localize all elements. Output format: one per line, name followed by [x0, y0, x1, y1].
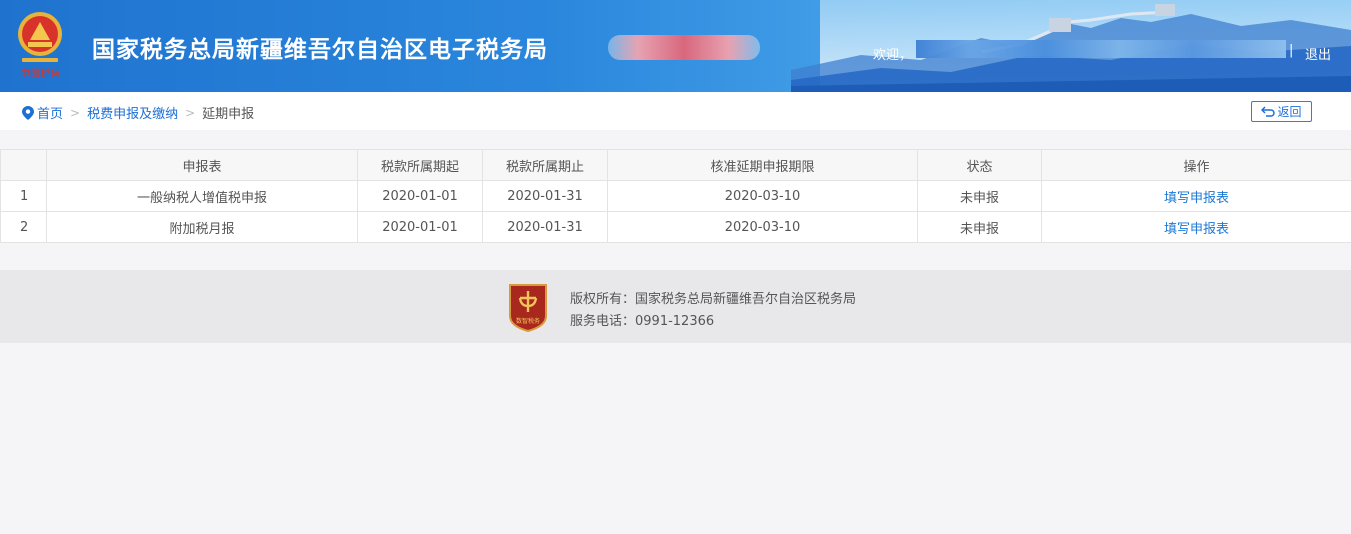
breadcrumb: 首页 > 税费申报及缴纳 > 延期申报: [22, 103, 254, 122]
emblem-caption: 中国税务: [20, 67, 60, 80]
row-action-cell: 填写申报表: [1041, 180, 1351, 212]
logout-link[interactable]: 退出: [1305, 44, 1331, 63]
breadcrumb-tax-filing-link[interactable]: 税费申报及缴纳: [87, 103, 178, 122]
table-row: 2 附加税月报 2020-01-01 2020-01-31 2020-03-10…: [0, 211, 1351, 243]
breadcrumb-bar: 首页 > 税费申报及缴纳 > 延期申报: [0, 92, 1351, 130]
row-period-start: 2020-01-01: [357, 211, 483, 243]
fill-form-link[interactable]: 填写申报表: [1164, 191, 1229, 206]
row-action-cell: 填写申报表: [1041, 211, 1351, 243]
col-header-deadline: 核准延期申报期限: [607, 149, 918, 181]
row-form-name: 附加税月报: [46, 211, 358, 243]
header-divider: |: [1289, 43, 1294, 58]
col-header-action: 操作: [1041, 149, 1351, 181]
deferred-filing-table: 申报表 税款所属期起 税款所属期止 核准延期申报期限 状态 操作 1 一般纳税人…: [0, 149, 1351, 243]
row-form-name: 一般纳税人增值税申报: [46, 180, 358, 212]
site-title: 国家税务总局新疆维吾尔自治区电子税务局: [92, 37, 548, 63]
breadcrumb-separator: >: [70, 105, 81, 120]
breadcrumb-current: 延期申报: [202, 107, 255, 122]
breadcrumb-home-link[interactable]: 首页: [37, 103, 63, 122]
badge-caption: 数智税务: [516, 317, 540, 325]
redacted-taxpayer-name: [608, 35, 760, 60]
return-arrow-icon: [1261, 106, 1276, 117]
site-footer: 数智税务 版权所有：国家税务总局新疆维吾尔自治区税务局 服务电话：0991-12…: [0, 270, 1351, 343]
back-button[interactable]: 返回: [1251, 101, 1312, 122]
service-phone-text: 服务电话：0991-12366: [570, 314, 715, 329]
table-header-row: 申报表 税款所属期起 税款所属期止 核准延期申报期限 状态 操作: [0, 149, 1351, 181]
col-header-period-start: 税款所属期起: [357, 149, 483, 181]
footer-badge-icon: 数智税务: [509, 284, 547, 332]
col-header-form: 申报表: [46, 149, 358, 181]
copyright-text: 版权所有：国家税务总局新疆维吾尔自治区税务局: [570, 292, 857, 307]
tax-emblem-icon: 中国税务: [18, 12, 62, 80]
back-button-label: 返回: [1277, 105, 1302, 119]
row-period-start: 2020-01-01: [357, 180, 483, 212]
row-period-end: 2020-01-31: [482, 180, 608, 212]
deferred-filing-table-container: 申报表 税款所属期起 税款所属期止 核准延期申报期限 状态 操作 1 一般纳税人…: [0, 149, 1351, 243]
fill-form-link[interactable]: 填写申报表: [1164, 222, 1229, 237]
row-deadline: 2020-03-10: [607, 211, 918, 243]
row-status: 未申报: [917, 211, 1042, 243]
row-index: 1: [0, 180, 47, 212]
col-header-status: 状态: [917, 149, 1042, 181]
redacted-user-info: [916, 40, 1286, 58]
breadcrumb-separator: >: [185, 105, 196, 120]
table-row: 1 一般纳税人增值税申报 2020-01-01 2020-01-31 2020-…: [0, 180, 1351, 212]
location-pin-icon: [22, 105, 34, 120]
row-deadline: 2020-03-10: [607, 180, 918, 212]
site-header: 中国税务 国家税务总局新疆维吾尔自治区电子税务局 欢迎， | 退出: [0, 0, 1351, 92]
row-period-end: 2020-01-31: [482, 211, 608, 243]
welcome-label: 欢迎，: [873, 48, 913, 63]
row-index: 2: [0, 211, 47, 243]
col-header-index: [0, 149, 47, 181]
row-status: 未申报: [917, 180, 1042, 212]
col-header-period-end: 税款所属期止: [482, 149, 608, 181]
